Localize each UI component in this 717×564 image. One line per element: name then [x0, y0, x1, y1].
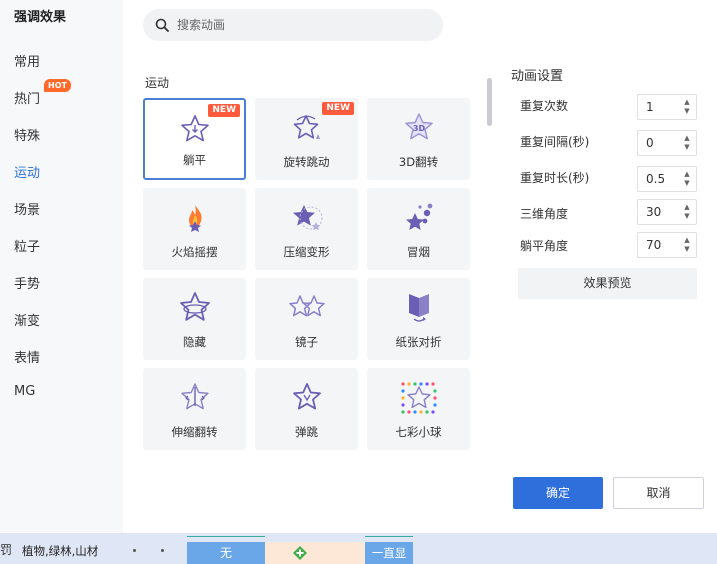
rainbow-balls-icon — [400, 382, 437, 414]
star-3d-flip-icon: 3D — [404, 113, 433, 140]
tile-label: 隐藏 — [183, 335, 206, 349]
add-animation-icon[interactable] — [292, 545, 308, 561]
animation-tile-smoke[interactable]: 冒烟 — [367, 188, 470, 270]
category-emoji[interactable]: 表情 — [14, 347, 40, 366]
chevron-up-icon[interactable]: ▲ — [682, 98, 692, 107]
repeat-interval-input[interactable] — [646, 135, 680, 151]
chevron-down-icon[interactable]: ▼ — [682, 179, 692, 188]
timeline-segment-none[interactable]: 无 — [187, 542, 265, 564]
star-spin-jump-icon — [293, 115, 320, 139]
category-gradient[interactable]: 渐变 — [14, 310, 40, 329]
animation-tile-lie-flat[interactable]: NEW 躺平 — [143, 98, 246, 180]
timeline-segment-animation[interactable] — [265, 542, 365, 564]
animation-tile-bounce[interactable]: 弹跳 — [255, 368, 358, 450]
tile-label: 伸缩翻转 — [171, 425, 218, 439]
category-gesture[interactable]: 手势 — [14, 273, 40, 292]
search-bar[interactable] — [143, 9, 443, 41]
tile-label: 3D翻转 — [398, 155, 439, 169]
repeat-interval-spinner[interactable]: ▲▼ — [637, 130, 697, 156]
tile-label: 冒烟 — [407, 245, 430, 259]
category-motion[interactable]: 运动 — [14, 162, 40, 181]
timeline-strip: 罚 植物,绿林,山材 无 一直显 — [0, 533, 717, 564]
new-badge: NEW — [208, 104, 240, 117]
tile-label: 弹跳 — [295, 425, 318, 439]
tile-list-scrollbar[interactable] — [487, 78, 492, 126]
layer-name[interactable]: 植物,绿林,山材 — [22, 543, 100, 559]
settings-title: 动画设置 — [511, 69, 564, 84]
star-hide-icon — [179, 292, 210, 321]
tile-label: 镜子 — [295, 335, 318, 349]
category-particle[interactable]: 粒子 — [14, 236, 40, 255]
3d-angle-spinner[interactable]: ▲▼ — [637, 199, 697, 225]
tile-label: 躺平 — [183, 153, 206, 167]
paper-fold-icon — [408, 294, 429, 322]
timeline-divider — [365, 536, 413, 537]
animation-tile-paper-fold[interactable]: 纸张对折 — [367, 278, 470, 360]
chevron-up-icon[interactable]: ▲ — [682, 134, 692, 143]
star-lie-flat-icon — [180, 115, 209, 142]
3d-angle-input[interactable] — [646, 204, 680, 220]
category-special[interactable]: 特殊 — [14, 125, 40, 144]
lie-flat-angle-spinner[interactable]: ▲▼ — [637, 232, 697, 258]
star-mirror-icon — [288, 295, 325, 317]
chevron-down-icon[interactable]: ▼ — [682, 107, 692, 116]
star-bounce-icon — [292, 383, 321, 410]
repeat-count-label: 重复次数 — [520, 99, 569, 113]
tile-label: 纸张对折 — [395, 335, 442, 349]
search-icon — [155, 18, 169, 32]
3d-angle-label: 三维角度 — [520, 207, 569, 221]
ok-button[interactable]: 确定 — [513, 477, 603, 509]
dot-icon — [133, 549, 136, 552]
tile-label: 火焰摇摆 — [171, 245, 218, 259]
category-mg[interactable]: MG — [14, 384, 35, 399]
tile-label: 压缩变形 — [283, 245, 330, 259]
chevron-up-icon[interactable]: ▲ — [682, 236, 692, 245]
timeline-divider — [187, 536, 265, 537]
repeat-interval-label: 重复间隔(秒) — [520, 135, 590, 149]
lie-flat-angle-label: 躺平角度 — [520, 239, 569, 253]
repeat-count-input[interactable] — [646, 99, 680, 115]
animation-dialog: 强调效果 常用 热门 HOT 特殊 运动 场景 粒子 手势 渐变 表情 MG 运… — [0, 0, 717, 564]
preview-button[interactable]: 效果预览 — [518, 268, 697, 299]
star-compress-icon — [292, 205, 322, 231]
sidebar-title: 强调效果 — [14, 10, 67, 25]
chevron-up-icon[interactable]: ▲ — [682, 170, 692, 179]
svg-text:3D: 3D — [412, 124, 425, 133]
repeat-count-spinner[interactable]: ▲▼ — [637, 94, 697, 120]
timeline-segment-always-visible[interactable]: 一直显 — [365, 542, 413, 564]
chevron-up-icon[interactable]: ▲ — [682, 203, 692, 212]
animation-tile-spin-jump[interactable]: NEW 旋转跳动 — [255, 98, 358, 180]
repeat-duration-spinner[interactable]: ▲▼ — [637, 166, 697, 192]
animation-tile-compress[interactable]: 压缩变形 — [255, 188, 358, 270]
timeline-lead-text: 罚 — [0, 543, 13, 557]
hot-badge: HOT — [44, 79, 71, 92]
category-sidebar: 强调效果 常用 热门 HOT 特殊 运动 场景 粒子 手势 渐变 表情 MG — [0, 0, 123, 533]
lie-flat-angle-input[interactable] — [646, 237, 680, 253]
category-scene[interactable]: 场景 — [14, 199, 40, 218]
animation-tile-mirror[interactable]: 镜子 — [255, 278, 358, 360]
main-panel: 运动 NEW 躺平 NEW 旋转跳动 3D 3D翻转 火焰摇摆 压缩变形 冒烟 — [123, 0, 717, 533]
repeat-duration-label: 重复时长(秒) — [520, 171, 590, 185]
search-input[interactable] — [177, 18, 417, 32]
tile-label: 旋转跳动 — [283, 155, 330, 169]
smoke-icon — [405, 203, 432, 230]
cancel-button[interactable]: 取消 — [613, 477, 704, 509]
flame-sway-icon — [188, 205, 202, 232]
chevron-down-icon[interactable]: ▼ — [682, 143, 692, 152]
animation-tile-flame-sway[interactable]: 火焰摇摆 — [143, 188, 246, 270]
star-stretch-flip-icon — [180, 383, 209, 410]
tile-label: 七彩小球 — [395, 425, 442, 439]
repeat-duration-input[interactable] — [646, 171, 680, 187]
section-title: 运动 — [145, 76, 170, 90]
new-badge: NEW — [322, 102, 354, 115]
chevron-down-icon[interactable]: ▼ — [682, 212, 692, 221]
category-hot[interactable]: 热门 — [14, 88, 40, 107]
animation-tile-stretch-flip[interactable]: 伸缩翻转 — [143, 368, 246, 450]
animation-tile-hide[interactable]: 隐藏 — [143, 278, 246, 360]
animation-tile-rainbow-balls[interactable]: 七彩小球 — [367, 368, 470, 450]
animation-tile-3d-flip[interactable]: 3D 3D翻转 — [367, 98, 470, 180]
category-common[interactable]: 常用 — [14, 51, 40, 70]
chevron-down-icon[interactable]: ▼ — [682, 245, 692, 254]
dot-icon — [161, 549, 164, 552]
